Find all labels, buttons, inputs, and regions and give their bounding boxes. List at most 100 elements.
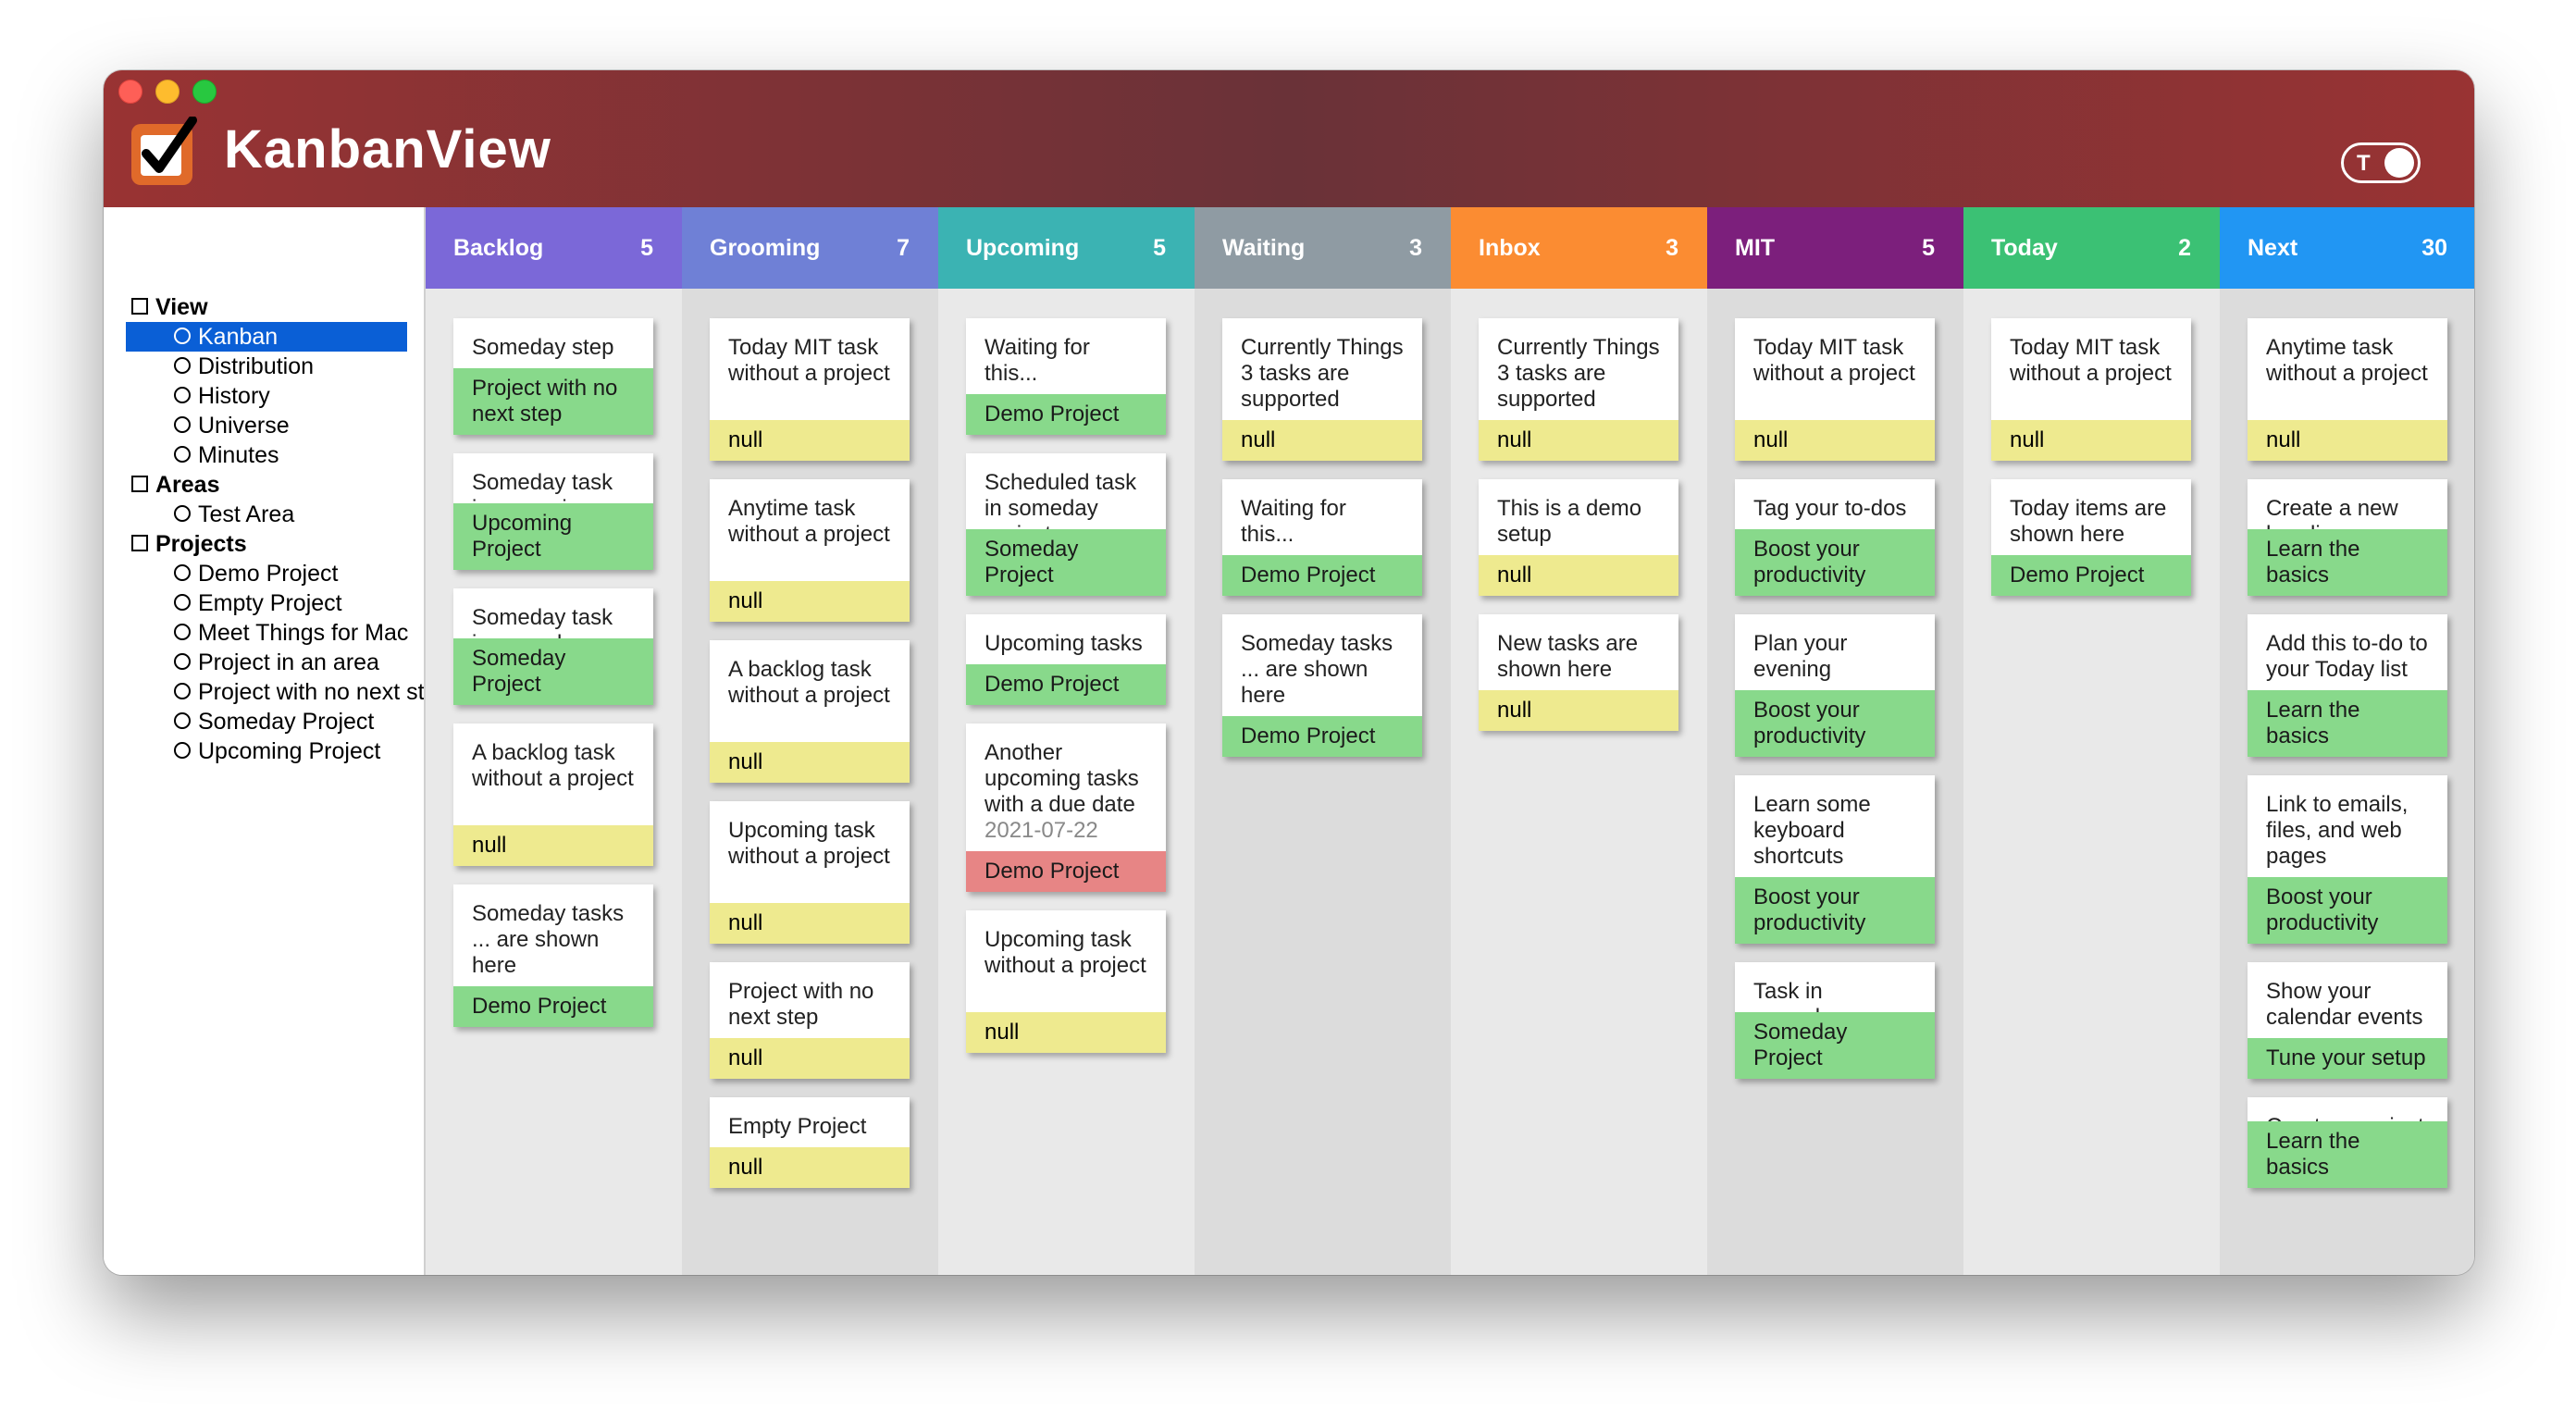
task-card[interactable]: Someday tasks ... are shown here Demo Pro…: [453, 884, 653, 1027]
radio-circle-icon: [174, 328, 191, 345]
tree-item-view-4[interactable]: Minutes: [104, 440, 424, 470]
column-title: Next: [2248, 235, 2298, 261]
column-count: 30: [2421, 235, 2447, 261]
column-header[interactable]: Today 2: [1963, 207, 2221, 289]
column-count: 5: [1922, 235, 1935, 261]
close-window-button[interactable]: [118, 80, 142, 104]
column-header[interactable]: Waiting 3: [1195, 207, 1452, 289]
task-card[interactable]: Plan your evening Boost your productivity: [1735, 614, 1935, 757]
tree-item-view-2[interactable]: History: [104, 381, 424, 411]
tree-item-project-3[interactable]: Project in an area: [104, 648, 424, 677]
tree-item-project-0[interactable]: Demo Project: [104, 559, 424, 588]
task-title: New tasks are shown here: [1497, 631, 1639, 682]
tree-item-area-0[interactable]: Test Area: [104, 500, 424, 529]
task-card[interactable]: Anytime task without a project null: [710, 479, 910, 622]
column-header[interactable]: Grooming 7: [682, 207, 939, 289]
column-count: 5: [1153, 235, 1166, 261]
task-project-tag: Upcoming Project: [453, 503, 653, 570]
column-upcoming: Upcoming 5 Waiting for this... Demo Project…: [938, 207, 1195, 1275]
task-card[interactable]: Project with no next step null: [710, 962, 910, 1079]
task-card[interactable]: This is a demo setup null: [1479, 479, 1678, 596]
column-header[interactable]: Upcoming 5: [938, 207, 1195, 289]
task-card[interactable]: Someday task in someday projectSomeday P…: [453, 588, 653, 705]
task-card[interactable]: Link to emails, files, and web pages Boos…: [2248, 775, 2447, 944]
maximize-window-button[interactable]: [192, 80, 217, 104]
task-card[interactable]: Show your calendar events Tune your setup: [2248, 962, 2447, 1079]
task-title: Someday tasks ... are shown here: [1241, 631, 1393, 708]
radio-circle-icon: [174, 357, 191, 375]
minimize-window-button[interactable]: [155, 80, 180, 104]
task-project-tag: null: [453, 825, 653, 866]
tree-item-project-4[interactable]: Project with no next step: [104, 677, 424, 707]
tree-heading-areas[interactable]: Areas: [104, 470, 424, 500]
sidebar: View Kanban Distribution History Universe Min…: [104, 207, 426, 1275]
task-card[interactable]: Tag your to-dos Boost your productivity: [1735, 479, 1935, 596]
task-card[interactable]: Today MIT task without a project null: [1735, 318, 1935, 461]
task-card[interactable]: Upcoming tasks Demo Project: [966, 614, 1166, 705]
checkbox-logo-icon: [131, 117, 197, 185]
tree-item-label: Meet Things for Mac: [198, 620, 409, 646]
task-title: Learn some keyboard shortcuts: [1753, 792, 1871, 869]
tree-item-project-6[interactable]: Upcoming Project: [104, 736, 424, 766]
task-card[interactable]: Learn some keyboard shortcuts Boost your …: [1735, 775, 1935, 944]
task-card[interactable]: Someday step Project with no next step: [453, 318, 653, 435]
task-card[interactable]: Add this to-do to your Today list Learn t…: [2248, 614, 2447, 757]
task-project-tag: Someday Project: [453, 638, 653, 705]
column-header[interactable]: Next 30: [2220, 207, 2474, 289]
task-card[interactable]: Today MIT task without a project null: [1991, 318, 2191, 461]
tree-item-view-0[interactable]: Kanban: [126, 322, 407, 352]
column-header[interactable]: Inbox 3: [1451, 207, 1708, 289]
radio-circle-icon: [174, 416, 191, 434]
task-card[interactable]: A backlog task without a project null: [453, 724, 653, 866]
task-project-tag: Demo Project: [1222, 716, 1422, 757]
task-project-tag: Demo Project: [1222, 555, 1422, 596]
column-title: Today: [1991, 235, 2058, 261]
theme-toggle[interactable]: T: [2341, 142, 2421, 183]
column-header[interactable]: Backlog 5: [426, 207, 683, 289]
task-card[interactable]: Currently Things 3 tasks are supported nu…: [1222, 318, 1422, 461]
task-card[interactable]: Create a new headingLearn the basics: [2248, 479, 2447, 596]
task-card[interactable]: Task in someday projectSomeday Project: [1735, 962, 1935, 1079]
column-count: 5: [640, 235, 653, 261]
tree-item-project-5[interactable]: Someday Project: [104, 707, 424, 736]
column-header[interactable]: MIT 5: [1707, 207, 1964, 289]
task-card[interactable]: Create a projectLearn the basics: [2248, 1097, 2447, 1188]
task-project-tag: Boost your productivity: [2248, 877, 2447, 944]
tree-heading-view[interactable]: View: [104, 292, 424, 322]
column-inbox: Inbox 3 Currently Things 3 tasks are suppo…: [1451, 207, 1708, 1275]
task-card[interactable]: Anytime task without a project null: [2248, 318, 2447, 461]
task-card[interactable]: Upcoming task without a project null: [966, 910, 1166, 1053]
task-card[interactable]: Today items are shown here Demo Project: [1991, 479, 2191, 596]
task-card[interactable]: Someday task in upcoming projectUpcoming…: [453, 453, 653, 570]
tree-item-project-2[interactable]: Meet Things for Mac: [104, 618, 424, 648]
tree-heading-projects[interactable]: Projects: [104, 529, 424, 559]
task-card[interactable]: Another upcoming tasks with a due date 20…: [966, 724, 1166, 892]
tree-item-view-3[interactable]: Universe: [104, 411, 424, 440]
task-card[interactable]: Today MIT task without a project null: [710, 318, 910, 461]
app-window: KanbanView T View Kanban Distribution Histo…: [104, 70, 2474, 1275]
task-project-tag: null: [710, 1038, 910, 1079]
task-card[interactable]: New tasks are shown here null: [1479, 614, 1678, 731]
task-card[interactable]: Upcoming task without a project null: [710, 801, 910, 944]
task-title: Upcoming task without a project: [985, 927, 1146, 978]
tree-item-view-1[interactable]: Distribution: [104, 352, 424, 381]
task-title: Currently Things 3 tasks are supported: [1497, 335, 1660, 412]
radio-circle-icon: [174, 683, 191, 700]
task-card[interactable]: Waiting for this... Demo Project: [966, 318, 1166, 435]
task-card[interactable]: Scheduled task in someday projectSomeday…: [966, 453, 1166, 596]
task-project-tag: Someday Project: [966, 529, 1166, 596]
task-card[interactable]: Currently Things 3 tasks are supported nu…: [1479, 318, 1678, 461]
task-card[interactable]: Someday tasks ... are shown here Demo Pro…: [1222, 614, 1422, 757]
tree-item-project-1[interactable]: Empty Project: [104, 588, 424, 618]
task-project-tag: null: [710, 1147, 910, 1188]
task-project-tag: Demo Project: [966, 394, 1166, 435]
task-project-tag: null: [710, 903, 910, 944]
task-project-tag: Boost your productivity: [1735, 877, 1935, 944]
task-card[interactable]: A backlog task without a project null: [710, 640, 910, 783]
task-title: Someday tasks ... are shown here: [472, 901, 625, 978]
task-card[interactable]: Waiting for this... Demo Project: [1222, 479, 1422, 596]
column-title: MIT: [1735, 235, 1776, 261]
tree-heading-label: Projects: [155, 531, 247, 557]
task-card[interactable]: Empty Project null: [710, 1097, 910, 1188]
radio-circle-icon: [174, 653, 191, 671]
